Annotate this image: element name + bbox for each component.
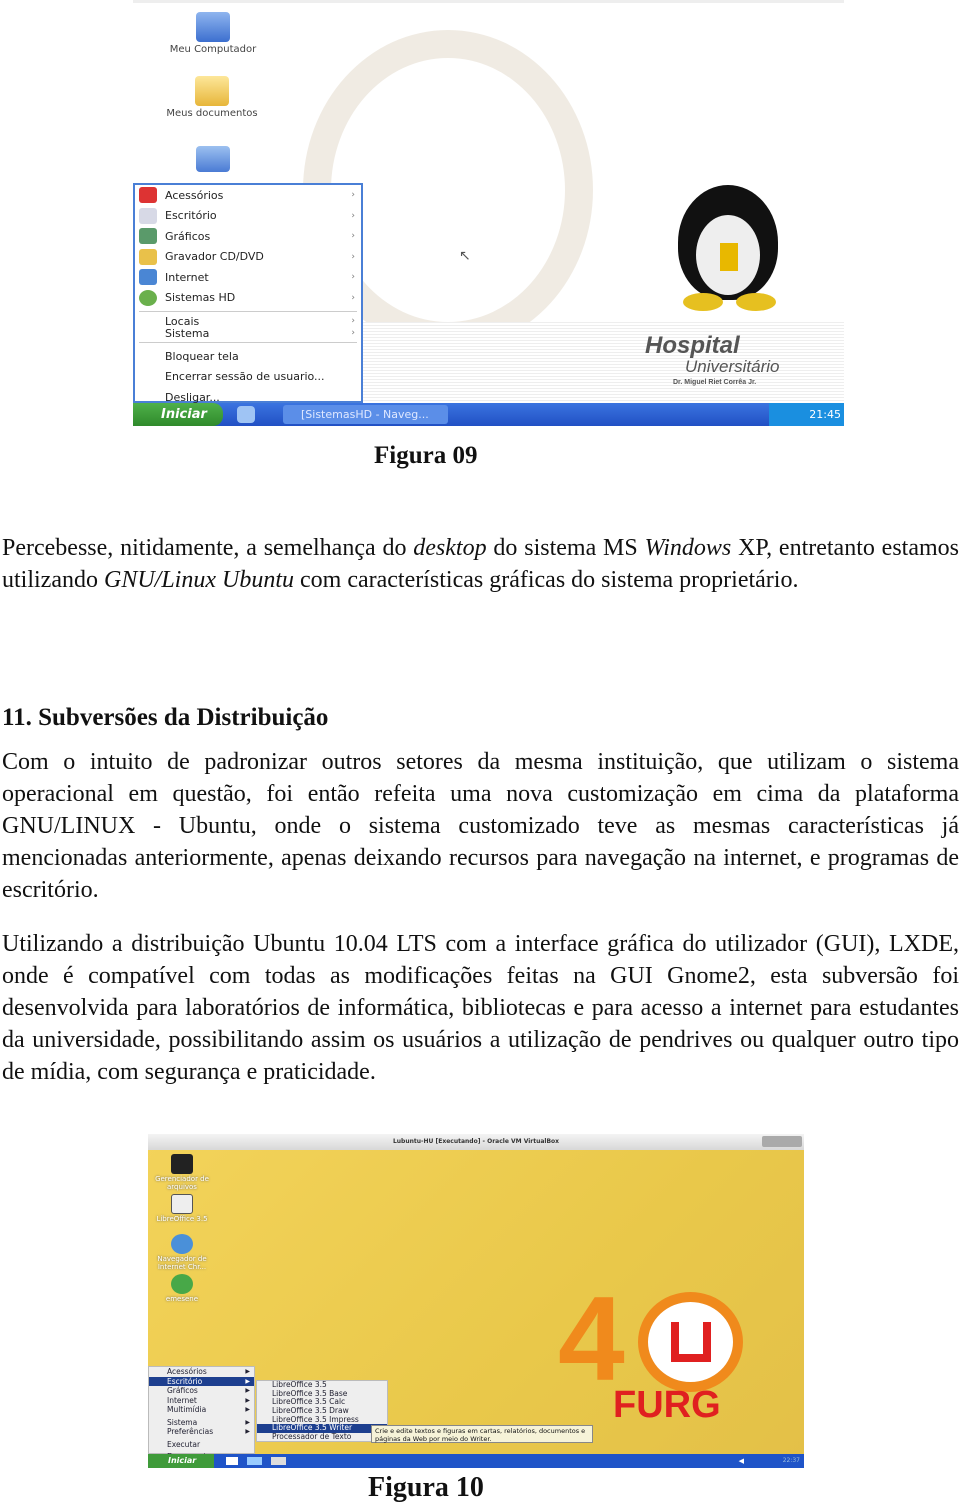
- desktop-icon-libreoffice[interactable]: LibreOffice 3.5: [150, 1194, 214, 1223]
- menu-item[interactable]: Executar: [149, 1440, 254, 1450]
- menu-item-gravador[interactable]: Gravador CD/DVD ›: [135, 247, 361, 268]
- accessories-icon: [139, 187, 157, 204]
- paragraph: Percebesse, nitidamente, a semelhança do…: [2, 535, 960, 593]
- graphics-icon: [139, 228, 157, 245]
- menu-item-encerrar-sessao[interactable]: Encerrar sessão de usuario...: [135, 367, 361, 388]
- menu-item[interactable]: Internet ▶: [149, 1396, 254, 1406]
- users-icon: [171, 1274, 193, 1294]
- menu-separator: [139, 342, 357, 343]
- menu-separator: [139, 311, 357, 312]
- chevron-right-icon: ▶: [245, 1387, 250, 1394]
- network-icon: [196, 146, 230, 172]
- chevron-right-icon: ▶: [245, 1377, 250, 1385]
- quick-launch-icons[interactable]: [226, 1457, 286, 1465]
- mouse-cursor-icon: ↖: [459, 248, 471, 264]
- chevron-right-icon: ›: [351, 231, 355, 242]
- chevron-right-icon: ▶: [245, 1396, 250, 1404]
- document-icon: [171, 1194, 193, 1214]
- volume-icon[interactable]: ◀: [739, 1457, 744, 1465]
- menu-item-sistema[interactable]: Sistema ›: [135, 327, 361, 340]
- folder-icon: [195, 76, 229, 106]
- start-button[interactable]: Iniciar: [133, 403, 223, 426]
- desktop-icon-my-documents[interactable]: Meus documentos: [152, 76, 272, 119]
- penguin-mascot: [658, 185, 798, 315]
- window-controls[interactable]: [762, 1136, 802, 1147]
- menu-item-locais[interactable]: Locais ›: [135, 315, 361, 328]
- chevron-right-icon: ▶: [245, 1368, 250, 1375]
- start-button[interactable]: Iniciar: [148, 1454, 214, 1468]
- desktop-icon-network[interactable]: [153, 146, 273, 174]
- start-menu: Acessórios › Escritório › Gráficos › Gravad…: [133, 183, 363, 404]
- taskbar: Iniciar ◀ 22:37: [148, 1454, 804, 1468]
- chevron-right-icon: ›: [351, 316, 355, 326]
- system-tray-clock: 21:45: [769, 403, 844, 426]
- tooltip: Crie e edite textos e figuras em cartas,…: [371, 1425, 593, 1443]
- office-submenu: LibreOffice 3.5 LibreOffice 3.5 Base Libre…: [256, 1380, 388, 1442]
- figure-10-screenshot: Lubuntu-HU [Executando] - Oracle VM Virt…: [148, 1134, 804, 1468]
- menu-item-internet[interactable]: Internet ›: [135, 267, 361, 288]
- desktop-icon-chrome[interactable]: Navegador de Internet Chr...: [150, 1234, 214, 1271]
- cd-burner-icon: [139, 248, 157, 265]
- menu-item[interactable]: Multimídia ▶: [149, 1405, 254, 1415]
- hospital-logo: Hospital Universitário Dr. Miguel Riet C…: [645, 332, 780, 387]
- taskbar: Iniciar [SistemasHD - Naveg... 21:45: [133, 403, 844, 426]
- desktop-icon-my-computer[interactable]: Meu Computador: [153, 12, 273, 55]
- menu-item[interactable]: Acessórios ▶: [149, 1367, 254, 1377]
- menu-item-bloquear-tela[interactable]: Bloquear tela: [135, 346, 361, 367]
- paragraph: Utilizando a distribuição Ubuntu 10.04 L…: [2, 931, 959, 1085]
- menu-item[interactable]: Gráficos ▶: [149, 1386, 254, 1396]
- menu-item[interactable]: Escritório ▶: [149, 1376, 254, 1386]
- figure-caption: Figura 10: [368, 1472, 484, 1503]
- menu-item-acessorios[interactable]: Acessórios ›: [135, 185, 361, 206]
- menu-item[interactable]: Sistema ▶: [149, 1418, 254, 1428]
- desktop-icon-emesene[interactable]: emesene: [150, 1274, 214, 1303]
- figure-09-screenshot: Meu Computador Meus documentos Hospital …: [133, 0, 844, 426]
- start-menu: Acessórios ▶ Escritório ▶ Gráficos ▶ Internet ▶…: [148, 1366, 255, 1461]
- furg-40-logo: 4 FURG: [558, 1279, 778, 1434]
- menu-item-sistemas-hd[interactable]: Sistemas HD ›: [135, 288, 361, 309]
- computer-icon: [196, 12, 230, 42]
- paragraph: Com o intuito de padronizar outros setor…: [2, 749, 959, 903]
- chevron-right-icon: ›: [351, 190, 355, 201]
- window-titlebar: Lubuntu-HU [Executando] - Oracle VM Virt…: [148, 1134, 804, 1150]
- section-heading: 11. Subversões da Distribuição: [2, 704, 329, 731]
- menu-item-escritorio[interactable]: Escritório ›: [135, 206, 361, 227]
- menu-item[interactable]: Preferências ▶: [149, 1427, 254, 1437]
- figure-caption: Figura 09: [374, 442, 478, 469]
- internet-icon: [139, 269, 157, 286]
- browser-icon: [171, 1234, 193, 1254]
- chevron-right-icon: ›: [351, 210, 355, 221]
- system-tray-clock: 22:37: [782, 1457, 800, 1464]
- office-icon: [139, 207, 157, 224]
- chevron-right-icon: ›: [351, 251, 355, 262]
- globe-icon: [139, 289, 157, 306]
- chevron-right-icon: ▶: [245, 1428, 250, 1435]
- chevron-right-icon: ▶: [245, 1406, 250, 1413]
- quick-launch-icon[interactable]: [237, 406, 255, 423]
- submenu-item[interactable]: Processador de Texto: [257, 1432, 387, 1442]
- menu-item-graficos[interactable]: Gráficos ›: [135, 226, 361, 247]
- chevron-right-icon: ›: [351, 272, 355, 283]
- chevron-right-icon: ›: [351, 328, 355, 338]
- file-manager-icon: [171, 1154, 193, 1174]
- chevron-right-icon: ▶: [245, 1418, 250, 1426]
- chevron-right-icon: ›: [351, 292, 355, 303]
- taskbar-window-button[interactable]: [SistemasHD - Naveg...: [283, 405, 448, 424]
- desktop-icon-file-manager[interactable]: Gerenciador de arquivos: [150, 1154, 214, 1191]
